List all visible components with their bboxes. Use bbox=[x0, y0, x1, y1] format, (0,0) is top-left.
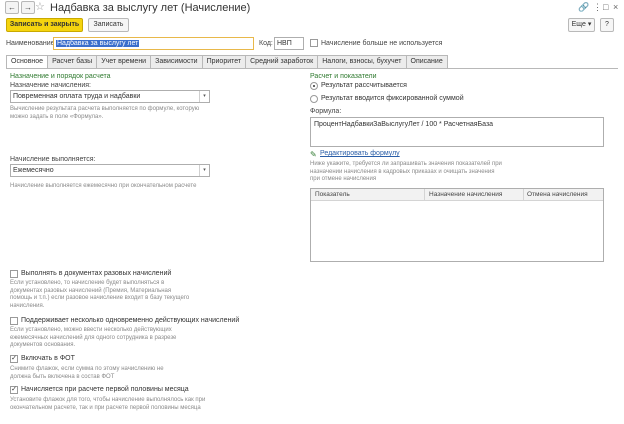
multiple-hint: Если установлено, можно ввести несколько… bbox=[10, 327, 177, 348]
menu-icon[interactable]: ⋮ bbox=[593, 2, 602, 12]
tab-bar: Основное Расчет базы Учет времени Зависи… bbox=[6, 55, 448, 68]
performed-select-value: Ежемесячно bbox=[13, 167, 54, 174]
column-header-assign[interactable]: Назначение начисления bbox=[429, 191, 502, 198]
save-button[interactable]: Записать bbox=[88, 18, 129, 32]
name-row: Наименование: Надбавка за выслугу лет Ко… bbox=[0, 37, 624, 51]
code-input[interactable]: НВП bbox=[274, 37, 304, 50]
table-header: Показатель Назначение начисления Отмена … bbox=[311, 189, 603, 201]
unused-checkbox[interactable] bbox=[310, 39, 318, 47]
edit-icon: ✎ bbox=[310, 150, 317, 159]
forward-icon[interactable]: → bbox=[21, 1, 35, 14]
purpose-hint: Вычисление результата расчета выполняетс… bbox=[10, 106, 200, 120]
toolbar: Записать и закрыть Записать Еще ▾ ? bbox=[0, 18, 624, 33]
more-button[interactable]: Еще ▾ bbox=[568, 18, 595, 32]
tab-main[interactable]: Основное bbox=[6, 55, 49, 68]
tab-calc-base[interactable]: Расчет базы bbox=[48, 55, 98, 68]
half-month-checkbox-label: Начисляется при расчете первой половины … bbox=[21, 386, 189, 393]
radio-fixed-label: Результат вводится фиксированной суммой bbox=[321, 95, 464, 102]
fot-hint: Снимите флажок, если сумма по этому начи… bbox=[10, 366, 164, 380]
indicators-hint: Ниже укажите, требуется ли запрашивать з… bbox=[310, 161, 502, 182]
multiple-checkbox-label: Поддерживает несколько одновременно дейс… bbox=[21, 317, 240, 324]
chevron-down-icon[interactable]: ▾ bbox=[199, 165, 209, 176]
tab-description[interactable]: Описание bbox=[406, 55, 448, 68]
radio-calculated[interactable] bbox=[310, 82, 318, 90]
tab-divider bbox=[6, 68, 618, 69]
half-month-hint: Установите флажок для того, чтобы начисл… bbox=[10, 397, 206, 411]
fot-checkbox[interactable]: ✓ bbox=[10, 355, 18, 363]
column-divider bbox=[523, 189, 524, 201]
tab-dependencies[interactable]: Зависимости bbox=[151, 55, 203, 68]
performed-label: Начисление выполняется: bbox=[10, 156, 96, 163]
purpose-section-title: Назначение и порядок расчета bbox=[10, 73, 111, 80]
tab-taxes[interactable]: Налоги, взносы, бухучет bbox=[318, 55, 407, 68]
restore-icon[interactable]: □ bbox=[603, 2, 608, 12]
back-icon[interactable]: ← bbox=[5, 1, 19, 14]
performed-select[interactable]: Ежемесячно ▾ bbox=[10, 164, 210, 177]
purpose-select-value: Повременная оплата труда и надбавки bbox=[13, 93, 141, 100]
tab-time-accounting[interactable]: Учет времени bbox=[97, 55, 152, 68]
purpose-label: Назначение начисления: bbox=[10, 82, 91, 89]
code-label: Код: bbox=[259, 40, 273, 47]
column-header-indicator[interactable]: Показатель bbox=[315, 191, 350, 198]
one-time-hint: Если установлено, то начисление будет вы… bbox=[10, 280, 190, 309]
unused-checkbox-label: Начисление больше не используется bbox=[321, 40, 443, 47]
formula-input[interactable]: ПроцентНадбавкиЗаВыслугуЛет / 100 * Расч… bbox=[310, 117, 604, 147]
column-divider bbox=[424, 189, 425, 201]
window-title: Надбавка за выслугу лет (Начисление) bbox=[50, 2, 251, 14]
tab-average-earnings[interactable]: Средний заработок bbox=[246, 55, 319, 68]
radio-fixed[interactable] bbox=[310, 95, 318, 103]
save-and-close-button[interactable]: Записать и закрыть bbox=[6, 18, 83, 32]
name-label: Наименование: bbox=[6, 40, 57, 47]
close-icon[interactable]: × bbox=[613, 2, 618, 12]
radio-calculated-label: Результат рассчитывается bbox=[321, 82, 407, 89]
calc-section-title: Расчет и показатели bbox=[310, 73, 377, 80]
edit-formula-link[interactable]: Редактировать формулу bbox=[320, 150, 400, 157]
purpose-select[interactable]: Повременная оплата труда и надбавки ▾ bbox=[10, 90, 210, 103]
tab-priority[interactable]: Приоритет bbox=[202, 55, 247, 68]
indicators-table[interactable]: Показатель Назначение начисления Отмена … bbox=[310, 188, 604, 262]
chevron-down-icon[interactable]: ▾ bbox=[199, 91, 209, 102]
one-time-checkbox-label: Выполнять в документах разовых начислени… bbox=[21, 270, 172, 277]
fot-checkbox-label: Включать в ФОТ bbox=[21, 355, 75, 362]
multiple-checkbox[interactable] bbox=[10, 317, 18, 325]
formula-label: Формула: bbox=[310, 108, 342, 115]
name-input[interactable]: Надбавка за выслугу лет bbox=[53, 37, 254, 50]
help-button[interactable]: ? bbox=[600, 18, 614, 32]
one-time-checkbox[interactable] bbox=[10, 270, 18, 278]
column-header-cancel[interactable]: Отмена начисления bbox=[527, 191, 588, 198]
half-month-checkbox[interactable]: ✓ bbox=[10, 386, 18, 394]
title-bar: ← → ☆ Надбавка за выслугу лет (Начислени… bbox=[0, 0, 624, 16]
favorite-star-icon[interactable]: ☆ bbox=[35, 1, 45, 13]
link-icon[interactable]: 🔗 bbox=[578, 2, 589, 12]
performed-hint: Начисление выполняется ежемесячно при ок… bbox=[10, 183, 197, 189]
name-input-value: Надбавка за выслугу лет bbox=[56, 40, 140, 47]
